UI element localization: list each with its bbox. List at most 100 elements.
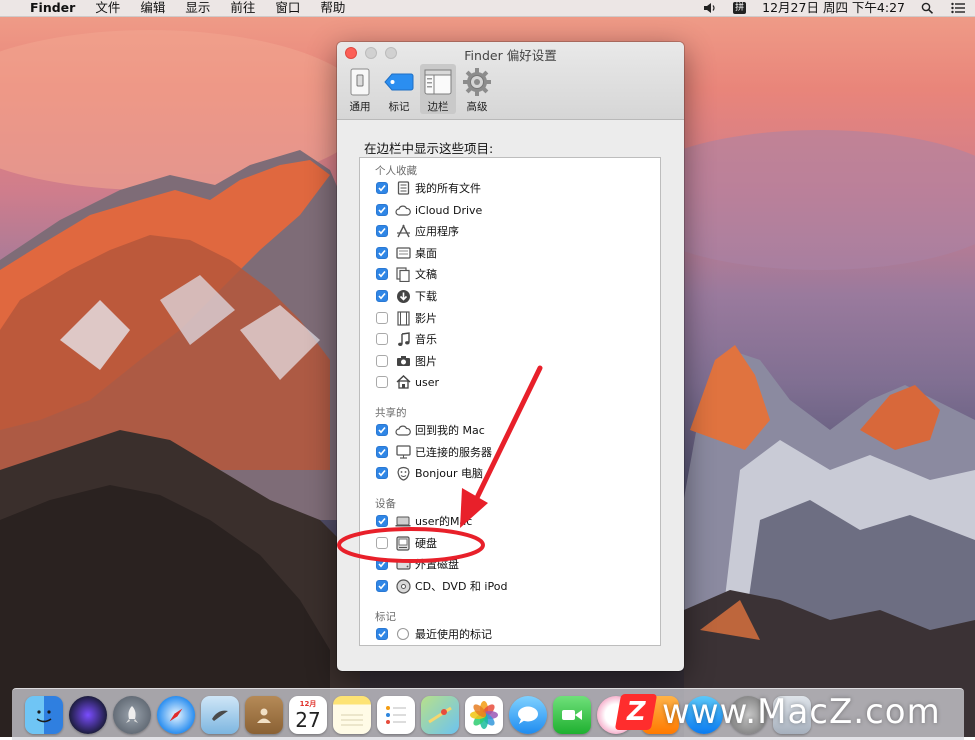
server-icon: [395, 444, 411, 460]
applications-icon: [395, 223, 411, 239]
finder-preferences-window: Finder 偏好设置 通用 标记 边栏 高级 在边栏中显示这些项目: 个人收藏…: [337, 42, 684, 671]
checkbox-recent-tags[interactable]: [376, 628, 388, 640]
siri-icon[interactable]: [69, 696, 107, 734]
tab-general[interactable]: 通用: [342, 64, 378, 114]
list-item[interactable]: 图片: [376, 351, 437, 371]
checkbox-applications[interactable]: [376, 225, 388, 237]
menu-edit[interactable]: 编辑: [140, 0, 165, 16]
cloud-icon: [395, 422, 411, 438]
checkbox-this-mac[interactable]: [376, 515, 388, 527]
list-item[interactable]: 外置磁盘: [376, 554, 459, 574]
item-label: 影片: [415, 312, 437, 325]
checkbox-all-files[interactable]: [376, 182, 388, 194]
item-label: 音乐: [415, 333, 437, 346]
item-label: iCloud Drive: [415, 203, 483, 217]
checkbox-connected-servers[interactable]: [376, 446, 388, 458]
hard-disk-icon: [395, 535, 411, 551]
list-item[interactable]: user: [376, 372, 439, 392]
photos-icon[interactable]: [465, 696, 503, 734]
gear-icon: [462, 67, 492, 97]
menu-app-finder[interactable]: Finder: [30, 0, 75, 16]
input-method-icon[interactable]: 拼: [733, 2, 747, 14]
item-label: 文稿: [415, 268, 437, 281]
sidebar-items-list: 个人收藏 我的所有文件 iCloud Drive 应用程序 桌面 文稿 下载 影…: [359, 157, 661, 646]
item-label: 图片: [415, 355, 437, 368]
notification-center-icon[interactable]: [951, 2, 965, 14]
checkbox-movies[interactable]: [376, 312, 388, 324]
site-watermark: Z www.MacZ.com: [614, 688, 963, 736]
checkbox-hard-disk[interactable]: [376, 537, 388, 549]
checkbox-documents[interactable]: [376, 268, 388, 280]
checkbox-desktop[interactable]: [376, 247, 388, 259]
list-item[interactable]: Bonjour 电脑: [376, 463, 483, 483]
tab-sidebar[interactable]: 边栏: [420, 64, 456, 114]
music-icon: [395, 331, 411, 347]
checkbox-music[interactable]: [376, 333, 388, 345]
window-title: Finder 偏好设置: [464, 48, 557, 63]
list-item[interactable]: 应用程序: [376, 221, 459, 241]
list-item[interactable]: 桌面: [376, 243, 437, 263]
list-item[interactable]: CD、DVD 和 iPod: [376, 576, 507, 596]
menu-bar: Finder 文件 编辑 显示 前往 窗口 帮助 拼 12月27日 周四 下午4…: [0, 0, 975, 17]
checkbox-external-disks[interactable]: [376, 558, 388, 570]
volume-icon[interactable]: [703, 2, 717, 14]
checkbox-icloud-drive[interactable]: [376, 204, 388, 216]
item-label: 我的所有文件: [415, 182, 481, 195]
checkbox-downloads[interactable]: [376, 290, 388, 302]
checkbox-pictures[interactable]: [376, 355, 388, 367]
tab-general-label: 通用: [349, 101, 371, 113]
tab-sidebar-label: 边栏: [427, 101, 449, 113]
maps-icon[interactable]: [421, 696, 459, 734]
pane-heading: 在边栏中显示这些项目:: [364, 141, 494, 156]
spotlight-search-icon[interactable]: [921, 2, 935, 14]
list-item[interactable]: iCloud Drive: [376, 200, 482, 220]
launchpad-rocket-icon[interactable]: [113, 696, 151, 734]
download-icon: [395, 288, 411, 304]
calendar-icon[interactable]: 12月 27: [289, 696, 327, 734]
tag-icon: [384, 67, 414, 97]
item-label: 桌面: [415, 247, 437, 260]
finder-icon[interactable]: [25, 696, 63, 734]
item-label: user: [415, 375, 439, 389]
item-label: 下载: [415, 290, 437, 303]
facetime-camera-icon[interactable]: [553, 696, 591, 734]
menu-view[interactable]: 显示: [185, 0, 210, 16]
list-item[interactable]: 回到我的 Mac: [376, 420, 485, 440]
sidebar-preferences-pane: 在边栏中显示这些项目: 个人收藏 我的所有文件 iCloud Drive 应用程…: [337, 120, 684, 671]
list-item[interactable]: 硬盘: [376, 533, 437, 553]
notes-icon[interactable]: [333, 696, 371, 734]
checkbox-user-home[interactable]: [376, 376, 388, 388]
list-item[interactable]: 文稿: [376, 264, 437, 284]
checkbox-optical-media[interactable]: [376, 580, 388, 592]
menu-go[interactable]: 前往: [230, 0, 255, 16]
tag-circle-icon: [395, 626, 411, 642]
reminders-icon[interactable]: [377, 696, 415, 734]
menu-help[interactable]: 帮助: [320, 0, 345, 16]
tab-tags[interactable]: 标记: [381, 64, 417, 114]
list-item[interactable]: 音乐: [376, 329, 437, 349]
list-item[interactable]: 下载: [376, 286, 437, 306]
contacts-book-icon[interactable]: [245, 696, 283, 734]
mail-stamp-icon[interactable]: [201, 696, 239, 734]
calendar-day: 27: [295, 708, 321, 732]
preferences-toolbar: 通用 标记 边栏 高级: [342, 64, 498, 114]
all-files-icon: [395, 180, 411, 196]
list-item[interactable]: 我的所有文件: [376, 178, 481, 198]
messages-bubble-icon[interactable]: [509, 696, 547, 734]
menu-window[interactable]: 窗口: [275, 0, 300, 16]
checkbox-bonjour[interactable]: [376, 467, 388, 479]
list-item[interactable]: user的Mac: [376, 511, 472, 531]
item-label: 应用程序: [415, 225, 459, 238]
tab-advanced[interactable]: 高级: [459, 64, 495, 114]
section-title-devices: 设备: [375, 498, 396, 510]
list-item[interactable]: 最近使用的标记: [376, 624, 492, 644]
checkbox-back-to-my-mac[interactable]: [376, 424, 388, 436]
camera-icon: [395, 353, 411, 369]
safari-compass-icon[interactable]: [157, 696, 195, 734]
list-item[interactable]: 影片: [376, 308, 437, 328]
menu-file[interactable]: 文件: [95, 0, 120, 16]
list-item[interactable]: 已连接的服务器: [376, 442, 492, 462]
clock-datetime[interactable]: 12月27日 周四 下午4:27: [762, 0, 905, 16]
sidebar-icon: [423, 67, 453, 97]
tab-tags-label: 标记: [388, 101, 410, 113]
